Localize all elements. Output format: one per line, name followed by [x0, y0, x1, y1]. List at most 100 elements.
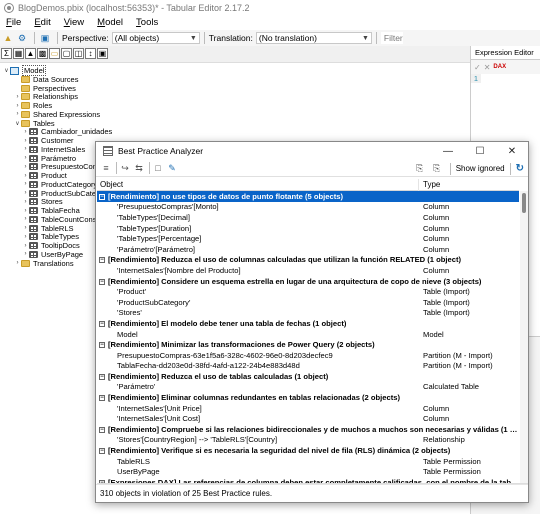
expand-icon[interactable]: › [22, 173, 29, 179]
translation-select[interactable]: (No translation) ▼ [255, 32, 372, 44]
violation-row[interactable]: 'Stores'[CountryRegion] --> 'TableRLS'[C… [97, 435, 519, 446]
violation-row[interactable]: 'Parámetro' Calculated Table [97, 382, 519, 393]
violation-row[interactable]: 'ProductSubCategory' Table (Import) [97, 297, 519, 308]
rule-group-row[interactable]: − [Rendimiento] no use tipos de datos de … [97, 191, 519, 202]
expand-icon[interactable]: › [22, 138, 29, 144]
ignore-icon[interactable]: ⇆ [133, 163, 145, 174]
menu-model[interactable]: Model [97, 17, 123, 28]
violation-row[interactable]: Model Model [97, 329, 519, 340]
copy-all-icon[interactable]: ⎘ [431, 163, 443, 174]
violation-row[interactable]: 'TableTypes'[Decimal] Column [97, 212, 519, 223]
violation-row[interactable]: TableRLS Table Permission [97, 456, 519, 467]
fix-icon[interactable]: ✎ [166, 163, 178, 174]
collapse-group-icon[interactable]: − [99, 278, 105, 285]
refresh-icon[interactable]: ↻ [516, 163, 524, 174]
tree-item[interactable]: › TablaFecha [22, 206, 80, 215]
expand-icon[interactable]: › [22, 216, 29, 222]
violation-row[interactable]: PresupuestoCompras-63e1f5a6-328c-4602-96… [97, 350, 519, 361]
tree-item[interactable]: › ProductCategory [22, 180, 98, 189]
expand-icon[interactable]: › [22, 243, 29, 249]
expand-icon[interactable]: › [22, 146, 29, 152]
tree-item[interactable]: Data Sources [14, 75, 78, 84]
properties-icon[interactable]: ▣ [97, 47, 108, 59]
violation-row[interactable]: 'TableTypes'[Percentage] Column [97, 233, 519, 244]
dax-format-icon[interactable]: DAX [493, 64, 506, 70]
expand-icon[interactable]: › [14, 111, 21, 117]
menu-tools[interactable]: Tools [136, 17, 158, 28]
check-icon[interactable]: ✓ [474, 63, 481, 72]
collapse-group-icon[interactable]: − [99, 257, 105, 264]
expand-icon[interactable]: › [22, 155, 29, 161]
collapse-group-icon[interactable]: − [99, 426, 105, 433]
expand-icon[interactable]: › [14, 260, 21, 266]
collapse-group-icon[interactable]: − [99, 320, 105, 327]
close-button[interactable]: ✕ [496, 142, 528, 160]
expand-icon[interactable]: › [22, 251, 29, 257]
minimize-button[interactable]: — [432, 142, 464, 160]
columns-icon[interactable]: ◫ [73, 47, 84, 59]
violation-row[interactable]: 'PresupuestoCompras'[Monto] Column [97, 202, 519, 213]
violation-row[interactable]: 'Product' Table (Import) [97, 286, 519, 297]
tree-item[interactable]: › Product [22, 171, 67, 180]
tree-item[interactable]: › TableTypes [22, 232, 79, 241]
menu-file[interactable]: File [6, 17, 21, 28]
go-to-object-icon[interactable]: ↪ [119, 163, 131, 174]
expand-icon[interactable]: › [22, 190, 29, 196]
open-icon[interactable]: ▲ [2, 32, 14, 44]
collapse-group-icon[interactable]: − [99, 342, 105, 349]
violation-row[interactable]: 'Stores' Table (Import) [97, 308, 519, 319]
expand-icon[interactable]: › [22, 181, 29, 187]
violation-row[interactable]: 'InternetSales'[Unit Cost] Column [97, 413, 519, 424]
tree-item[interactable]: ∨ Tables [14, 119, 54, 128]
copy-icon[interactable]: ⎘ [414, 163, 426, 174]
list-icon[interactable]: ≡ [100, 163, 112, 173]
sigma-icon[interactable]: Σ [1, 47, 12, 59]
violation-row[interactable]: 'Parámetro'[Parámetro] Column [97, 244, 519, 255]
tree-item[interactable]: › Roles [14, 101, 53, 110]
menu-view[interactable]: View [64, 17, 84, 28]
sort-icon[interactable]: ↕ [85, 47, 96, 59]
tree-item[interactable]: › InternetSales [22, 145, 86, 154]
tree-item[interactable]: › Customer [22, 136, 74, 145]
collapse-group-icon[interactable]: − [99, 448, 105, 455]
column-header-object[interactable]: Object [97, 179, 419, 191]
tree-item[interactable]: › Shared Expressions [14, 110, 101, 119]
collapse-group-icon[interactable]: − [99, 193, 105, 200]
hierarchy-icon[interactable]: ▲ [25, 47, 36, 59]
hidden-icon[interactable]: ▢ [61, 47, 72, 59]
expand-icon[interactable]: › [14, 103, 21, 109]
rule-group-row[interactable]: − [Rendimiento] Considere un esquema estr… [97, 276, 519, 287]
tree-item[interactable]: › Parámetro [22, 154, 77, 163]
expand-icon[interactable]: › [14, 94, 21, 100]
violation-row[interactable]: 'TableTypes'[Duration] Column [97, 223, 519, 234]
save-icon[interactable]: ▣ [39, 32, 51, 44]
rule-group-row[interactable]: − [Rendimiento] Compruebe si las relacion… [97, 424, 519, 435]
collapse-group-icon[interactable]: − [99, 395, 105, 402]
connect-icon[interactable]: ⚙ [16, 32, 28, 44]
show-ignored-toggle[interactable]: Show ignored [456, 164, 505, 173]
expand-icon[interactable]: › [22, 234, 29, 240]
violation-row[interactable]: TablaFecha-dd203e0d-38fd-4afd-a122-24b4e… [97, 361, 519, 372]
expression-editor-tab[interactable]: Expression Editor [471, 46, 540, 60]
script-icon[interactable]: □ [152, 163, 164, 173]
rule-group-row[interactable]: − [Rendimiento] Eliminar columnas redunda… [97, 392, 519, 403]
tree-item[interactable]: › TooltipDocs [22, 241, 80, 250]
violation-row[interactable]: 'InternetSales'[Nombre del Producto] Colu… [97, 265, 519, 276]
filter-input[interactable]: Filter [380, 32, 403, 44]
rule-group-row[interactable]: − [Rendimiento] Minimizar las transformac… [97, 339, 519, 350]
vertical-scrollbar[interactable] [520, 191, 528, 484]
tree-item[interactable]: › Cambiador_unidades [22, 127, 113, 136]
collapse-group-icon[interactable]: − [99, 373, 105, 380]
rule-group-row[interactable]: − [Rendimiento] Reduzca el uso de columna… [97, 255, 519, 266]
column-header-type[interactable]: Type [419, 180, 440, 189]
rule-group-row[interactable]: − [Rendimiento] Reduzca el uso de tablas … [97, 371, 519, 382]
rule-group-row[interactable]: − [Rendimiento] Verifique si es necesaria… [97, 445, 519, 456]
expand-icon[interactable]: › [22, 164, 29, 170]
collapse-icon[interactable]: ∨ [14, 120, 21, 127]
table-icon[interactable]: ▦ [13, 47, 24, 59]
scrollbar-thumb[interactable] [522, 193, 526, 213]
collapse-icon[interactable]: ∨ [3, 67, 10, 74]
tree-item[interactable]: › UserByPage [22, 250, 84, 259]
menu-edit[interactable]: Edit [34, 17, 50, 28]
expand-icon[interactable]: › [22, 199, 29, 205]
